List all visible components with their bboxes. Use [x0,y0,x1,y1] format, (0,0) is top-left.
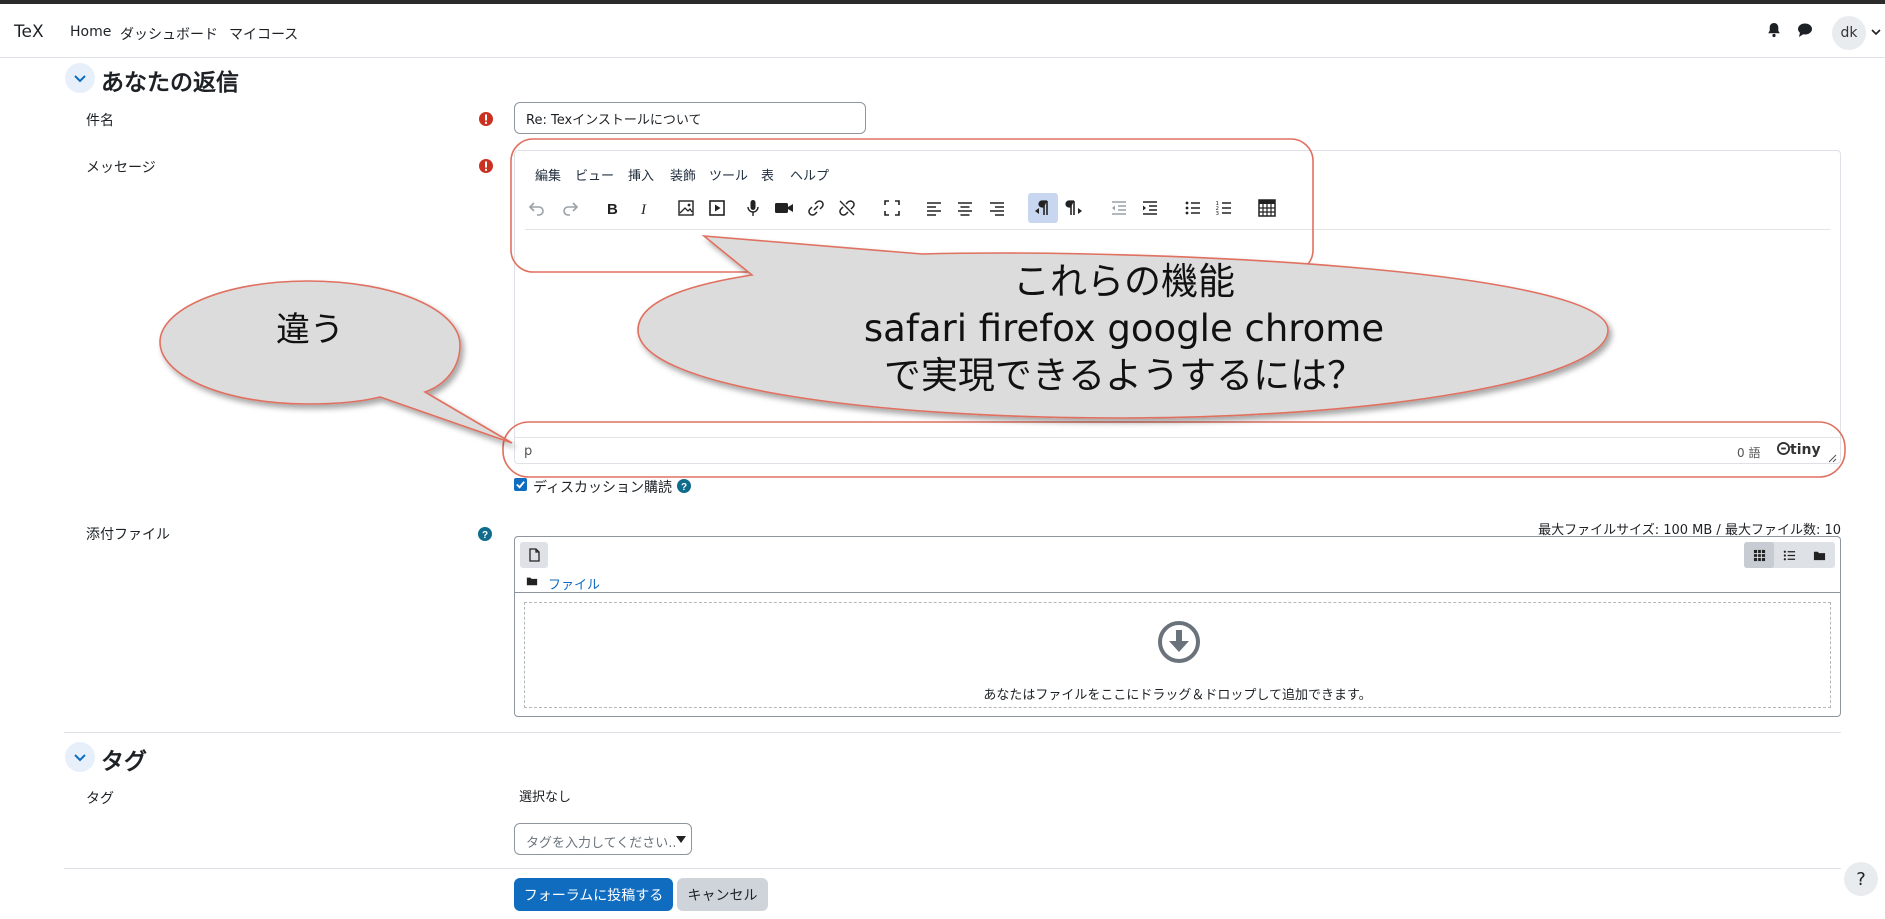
editor-menu-help[interactable]: ヘルプ [790,165,829,184]
indent-icon[interactable] [1135,193,1165,223]
nav-link-my-courses[interactable]: マイコース [229,24,298,44]
tags-none-selected: 選択なし [519,790,572,805]
download-arrow-icon [1158,621,1200,667]
file-icon [529,548,540,562]
chevron-down-icon[interactable] [1870,26,1882,38]
filepicker-divider [515,592,1840,593]
site-brand[interactable]: TeX [14,22,44,42]
image-icon[interactable] [671,193,701,223]
bell-icon[interactable] [1764,20,1784,40]
grid-icon [1753,549,1765,561]
list-icon [1783,550,1795,560]
element-path[interactable]: p [524,444,532,459]
video-icon[interactable] [769,193,799,223]
subject-input[interactable] [514,102,866,134]
svg-text:?: ? [482,530,488,541]
italic-icon[interactable]: I [629,193,659,223]
media-icon[interactable] [702,193,732,223]
align-left-icon[interactable] [919,193,949,223]
link-icon[interactable] [801,193,831,223]
numbered-list-icon[interactable]: 123 [1209,193,1239,223]
form-footer-divider [64,868,1841,869]
right-callout-line: で実現できるようするには？ [883,354,1365,397]
section-toggle-reply[interactable] [65,63,95,93]
caret-down-icon[interactable] [675,830,691,848]
section-divider [64,732,1841,733]
view-icons-button[interactable] [1744,542,1774,568]
right-callout-text: これらの機能 safari firefox google chrome で実現で… [640,258,1608,399]
right-callout-line: これらの機能 [1013,260,1235,303]
tags-input-placeholder: タグを入力してください... [526,836,681,851]
file-dropzone[interactable]: あなたはファイルをここにドラッグ＆ドロップして追加できます。 [524,602,1831,708]
submit-post-button[interactable]: フォーラムに投稿する [514,878,673,911]
editor-menu-tools[interactable]: ツール [709,165,748,184]
unlink-icon[interactable] [832,193,862,223]
bold-icon[interactable]: B [597,193,627,223]
tags-label: タグ [86,791,114,807]
resize-handle-icon[interactable] [1827,451,1837,463]
avatar-initials: dk [1840,25,1858,41]
microphone-icon[interactable] [738,193,768,223]
calculator-icon[interactable] [1252,193,1282,223]
chat-icon[interactable] [1795,20,1815,40]
folder-icon [1813,551,1825,560]
tiny-logo[interactable]: tiny [1777,442,1821,458]
tiny-brand-text: tiny [1790,442,1821,458]
align-center-icon[interactable] [950,193,980,223]
section-title-reply: あなたの返信 [101,70,239,96]
help-icon[interactable]: ? [676,478,692,494]
subscribe-label[interactable]: ディスカッション購読 [533,477,672,497]
ltr-icon[interactable] [1028,193,1058,223]
help-button[interactable]: ? [1844,862,1878,896]
help-icon[interactable]: ? [477,526,493,542]
fullscreen-icon[interactable] [877,193,907,223]
word-count[interactable]: 0 語 [1737,444,1760,461]
tags-input[interactable]: タグを入力してください... [514,823,692,855]
undo-icon[interactable] [522,193,552,223]
required-icon [478,111,494,127]
dropzone-text: あなたはファイルをここにドラッグ＆ドロップして追加できます。 [983,688,1372,703]
redo-icon[interactable] [555,193,585,223]
attachments-label: 添付ファイル [86,527,170,543]
chevron-down-icon [74,754,86,762]
left-callout-text: 違う [276,310,344,350]
editor-menu-view[interactable]: ビュー [575,165,614,184]
message-label: メッセージ [86,160,156,176]
section-title-tags: タグ [101,749,147,775]
svg-text:3: 3 [1216,211,1220,217]
user-avatar[interactable]: dk [1832,16,1866,50]
cancel-button[interactable]: キャンセル [677,878,768,911]
section-toggle-tags[interactable] [65,742,95,772]
rtl-icon[interactable] [1059,193,1089,223]
folder-icon [526,575,538,591]
subject-label: 件名 [86,113,114,129]
folder-breadcrumb-link[interactable]: ファイル [548,574,600,593]
view-switcher [1744,542,1835,568]
editor-menu-edit[interactable]: 編集 [535,165,561,184]
toolbar-separator [525,229,1830,230]
editor-menu-insert[interactable]: 挿入 [628,165,654,184]
svg-text:I: I [640,202,647,218]
right-callout-line: safari firefox google chrome [863,307,1385,350]
editor-statusbar: p 0 語 tiny [515,437,1840,464]
align-right-icon[interactable] [982,193,1012,223]
svg-text:B: B [607,201,618,218]
editor-menu-table[interactable]: 表 [761,165,774,184]
bullet-list-icon[interactable] [1178,193,1208,223]
top-navbar: TeX Home ダッシュボード マイコース dk [0,4,1885,58]
view-list-button[interactable] [1774,542,1804,568]
chevron-down-icon [74,75,86,83]
add-file-button[interactable] [520,542,548,568]
editor-menu-format[interactable]: 装飾 [670,165,696,184]
nav-link-dashboard[interactable]: ダッシュボード [120,24,218,44]
view-tree-button[interactable] [1804,542,1834,568]
subscribe-checkbox[interactable] [514,478,527,491]
outdent-icon[interactable] [1104,193,1134,223]
checkmark-icon [516,481,525,489]
file-manager: ファイル あなたはファイルをここにドラッグ＆ドロップして追加できます。 [514,536,1841,717]
svg-text:?: ? [681,482,687,493]
nav-link-home[interactable]: Home [70,24,111,40]
tiny-logo-icon [1777,442,1790,455]
required-icon [478,158,494,174]
